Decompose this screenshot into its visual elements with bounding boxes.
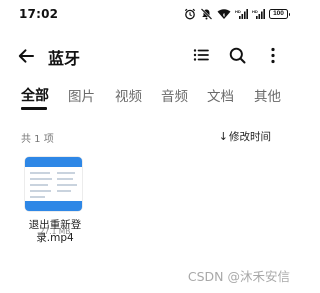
search-icon [229,47,245,63]
signal-icon: HD [252,8,265,20]
tab-other[interactable]: 其他 [254,85,281,105]
more-icon [271,47,275,63]
svg-text:HD: HD [252,9,258,14]
page-title: 蓝牙 [48,49,81,68]
item-count: 共 1 项 [21,134,54,145]
title-bar: 蓝牙 [0,38,298,72]
watermark: CSDN @沐禾安信 [187,269,290,284]
list-view-icon [193,49,209,61]
alarm-icon [184,8,196,20]
video-thumbnail [25,157,82,211]
status-icons: 6 HD HD 100 [184,7,290,21]
signal-icon: HD [235,8,248,20]
file-size: 27.1 MB [39,227,71,236]
search-button[interactable] [226,44,248,66]
tab-audio[interactable]: 音频 [161,85,188,105]
back-button[interactable] [14,44,38,68]
title-actions [190,44,284,66]
sort-label: 修改时间 [229,131,271,143]
tab-all[interactable]: 全部 [21,85,49,105]
category-tabs: 全部 图片 视频 音频 文档 其他 [0,80,298,114]
battery-level: 100 [273,9,284,17]
mute-icon [200,8,213,20]
tab-videos[interactable]: 视频 [115,85,142,105]
screen: 17:02 6 HD HD 100 蓝牙 全部 图片 视频 音频 文档 其他 共… [0,0,298,293]
sort-arrow-icon: ↓ [218,130,228,143]
tab-images[interactable]: 图片 [68,85,95,105]
summary-row: 共 1 项 ↓ 修改时间 [0,128,298,148]
wifi-icon: 6 [217,8,231,20]
battery-icon: 100 [269,9,290,19]
sort-button[interactable]: ↓ 修改时间 [219,129,271,144]
status-bar: 17:02 6 HD HD 100 [0,0,298,26]
status-time: 17:02 [19,7,59,21]
back-arrow-icon [18,49,34,63]
more-button[interactable] [262,44,284,66]
tab-documents[interactable]: 文档 [207,85,234,105]
tab-indicator [21,107,47,110]
svg-text:HD: HD [235,9,241,14]
list-view-button[interactable] [190,44,212,66]
